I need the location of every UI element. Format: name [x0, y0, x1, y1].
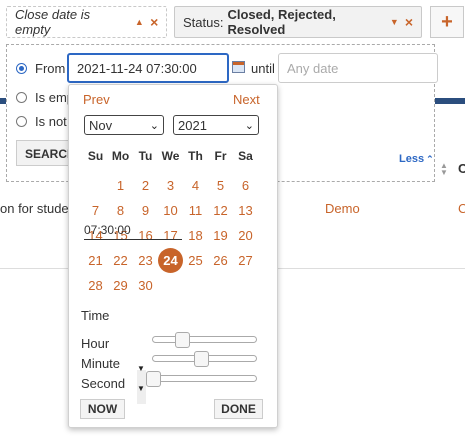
- weekday-label: Fr: [214, 149, 227, 163]
- calendar-day[interactable]: 4: [183, 173, 208, 198]
- second-slider-track[interactable]: [152, 375, 257, 382]
- month-value: Nov: [89, 117, 113, 133]
- weekday-label: Th: [188, 149, 203, 163]
- chevron-up-icon: ⌃: [426, 154, 434, 164]
- radio-is-empty[interactable]: [16, 92, 27, 103]
- filter-pill-close-date[interactable]: Close date is empty ▲ ×: [6, 6, 167, 38]
- calendar-day[interactable]: 7: [83, 198, 108, 223]
- radio-from[interactable]: [16, 63, 27, 74]
- filter-pill-value: Closed, Rejected, Resolved: [227, 7, 336, 37]
- calendar-day[interactable]: 28: [83, 273, 108, 298]
- chevron-down-icon: ⌄: [149, 119, 159, 132]
- calendar-day-selected[interactable]: 24: [158, 248, 183, 273]
- weekday-label: Sa: [238, 149, 253, 163]
- time-value: 07:30:00: [84, 223, 182, 240]
- calendar-day[interactable]: 11: [183, 198, 208, 223]
- hour-slider-handle[interactable]: [175, 332, 190, 348]
- weekday-label: We: [161, 149, 180, 163]
- minute-slider-handle[interactable]: [194, 351, 209, 367]
- calendar-day: [83, 173, 108, 198]
- calendar-day[interactable]: 20: [233, 223, 258, 248]
- prev-month-link[interactable]: Prev: [83, 92, 110, 107]
- is-not-label: Is not: [35, 114, 67, 129]
- add-filter-button[interactable]: +: [430, 6, 464, 38]
- calendar-day[interactable]: 12: [208, 198, 233, 223]
- calendar-day[interactable]: 23: [133, 248, 158, 273]
- now-button[interactable]: NOW: [80, 399, 125, 419]
- calendar-day[interactable]: 27: [233, 248, 258, 273]
- calendar-day[interactable]: 1: [108, 173, 133, 198]
- row-cell[interactable]: C: [458, 201, 465, 216]
- caret-up-icon[interactable]: ▲: [135, 17, 144, 27]
- from-date-input[interactable]: 2021-11-24 07:30:00: [67, 53, 229, 83]
- calendar-day[interactable]: 30: [133, 273, 158, 298]
- year-value: 2021: [178, 117, 207, 133]
- month-select[interactable]: Nov ⌄: [84, 115, 164, 135]
- calendar-day[interactable]: 21: [83, 248, 108, 273]
- calendar-day[interactable]: 6: [233, 173, 258, 198]
- until-date-input[interactable]: Any date: [278, 53, 438, 83]
- calendar-day: [158, 273, 183, 298]
- row-link[interactable]: Demo: [325, 201, 360, 216]
- calendar-day[interactable]: 26: [208, 248, 233, 273]
- calendar-day[interactable]: 22: [108, 248, 133, 273]
- chevron-down-icon: ⌄: [244, 119, 254, 132]
- year-select[interactable]: 2021 ⌄: [173, 115, 259, 135]
- calendar-day: [233, 273, 258, 298]
- caret-down-icon: ▼: [137, 364, 145, 373]
- close-icon[interactable]: ×: [150, 14, 158, 30]
- until-label: until: [251, 61, 275, 76]
- second-slider-handle[interactable]: [146, 371, 161, 387]
- hour-slider-track[interactable]: [152, 336, 257, 343]
- filter-pill-label: Close date is empty: [15, 7, 91, 37]
- caret-down-icon: ▼: [137, 384, 145, 393]
- calendar-day: [183, 273, 208, 298]
- from-label: From: [35, 61, 66, 76]
- row-title[interactable]: on for stude: [0, 201, 69, 216]
- column-header[interactable]: C: [458, 161, 465, 176]
- weekday-label: Su: [87, 149, 104, 163]
- calendar-icon[interactable]: [232, 61, 245, 73]
- filter-pill-label: Status:: [183, 14, 224, 30]
- next-month-link[interactable]: Next: [233, 92, 260, 107]
- calendar-day[interactable]: 13: [233, 198, 258, 223]
- weekday-label: Tu: [138, 149, 153, 163]
- weekday-header: Su Mo Tu We Th Fr Sa: [83, 149, 258, 163]
- close-icon[interactable]: ×: [405, 14, 413, 30]
- calendar-day[interactable]: 25: [183, 248, 208, 273]
- calendar-day[interactable]: 8: [108, 198, 133, 223]
- weekday-label: Mo: [111, 149, 130, 163]
- calendar-day[interactable]: 10: [158, 198, 183, 223]
- radio-is-not-empty[interactable]: [16, 116, 27, 127]
- hour-label: Hour: [81, 336, 110, 351]
- caret-down-icon[interactable]: ▼: [390, 17, 399, 27]
- minute-label: Minute: [81, 356, 121, 371]
- calendar-day[interactable]: 19: [208, 223, 233, 248]
- sort-icon[interactable]: ▲ ▼: [440, 162, 448, 177]
- calendar-day[interactable]: 2: [133, 173, 158, 198]
- less-link[interactable]: Less ⌃: [399, 153, 434, 165]
- time-label: Time: [81, 308, 110, 323]
- calendar-day[interactable]: 29: [108, 273, 133, 298]
- calendar-day[interactable]: 18: [183, 223, 208, 248]
- search-button[interactable]: SEARCH: [16, 140, 76, 166]
- calendar-day: [208, 273, 233, 298]
- calendar-day[interactable]: 9: [133, 198, 158, 223]
- filter-pill-status[interactable]: Status: Closed, Rejected, Resolved ▼ ×: [174, 6, 422, 38]
- second-label: Second: [81, 376, 126, 391]
- calendar-day[interactable]: 5: [208, 173, 233, 198]
- done-button[interactable]: DONE: [214, 399, 263, 419]
- less-label: Less: [399, 153, 425, 165]
- calendar-day[interactable]: 3: [158, 173, 183, 198]
